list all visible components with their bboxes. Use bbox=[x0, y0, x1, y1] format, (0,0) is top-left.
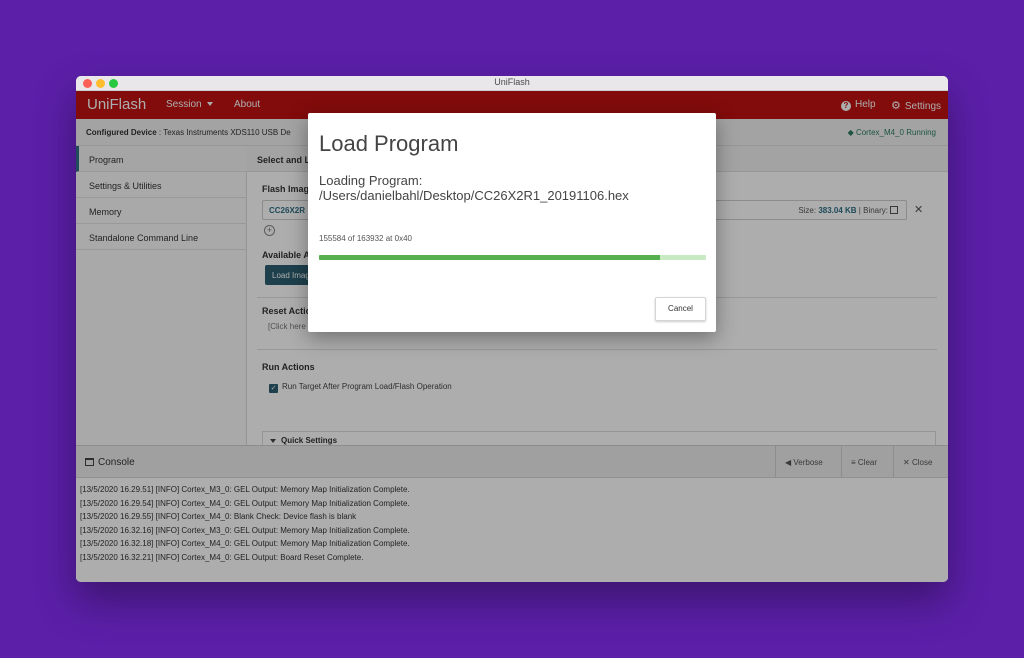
progress-fill bbox=[319, 255, 660, 260]
window-title: UniFlash bbox=[494, 77, 530, 87]
progress-status: 155584 of 163932 at 0x40 bbox=[319, 234, 412, 243]
file-path: /Users/danielbahl/Desktop/CC26X2R1_20191… bbox=[319, 188, 629, 203]
dialog-title: Load Program bbox=[319, 131, 459, 156]
cancel-button[interactable]: Cancel bbox=[655, 297, 706, 321]
load-program-dialog: Load Program Loading Program: /Users/dan… bbox=[308, 113, 716, 332]
progress-bar bbox=[319, 255, 706, 260]
loading-label: Loading Program: bbox=[319, 173, 423, 188]
title-bar: UniFlash bbox=[76, 76, 948, 91]
